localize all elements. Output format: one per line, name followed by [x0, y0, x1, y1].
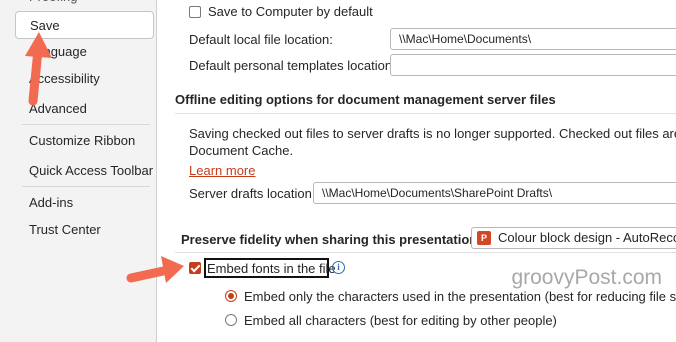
right-arrow-annotation [126, 256, 184, 283]
annotation-overlay [25, 32, 184, 283]
up-arrow-annotation [25, 32, 52, 106]
